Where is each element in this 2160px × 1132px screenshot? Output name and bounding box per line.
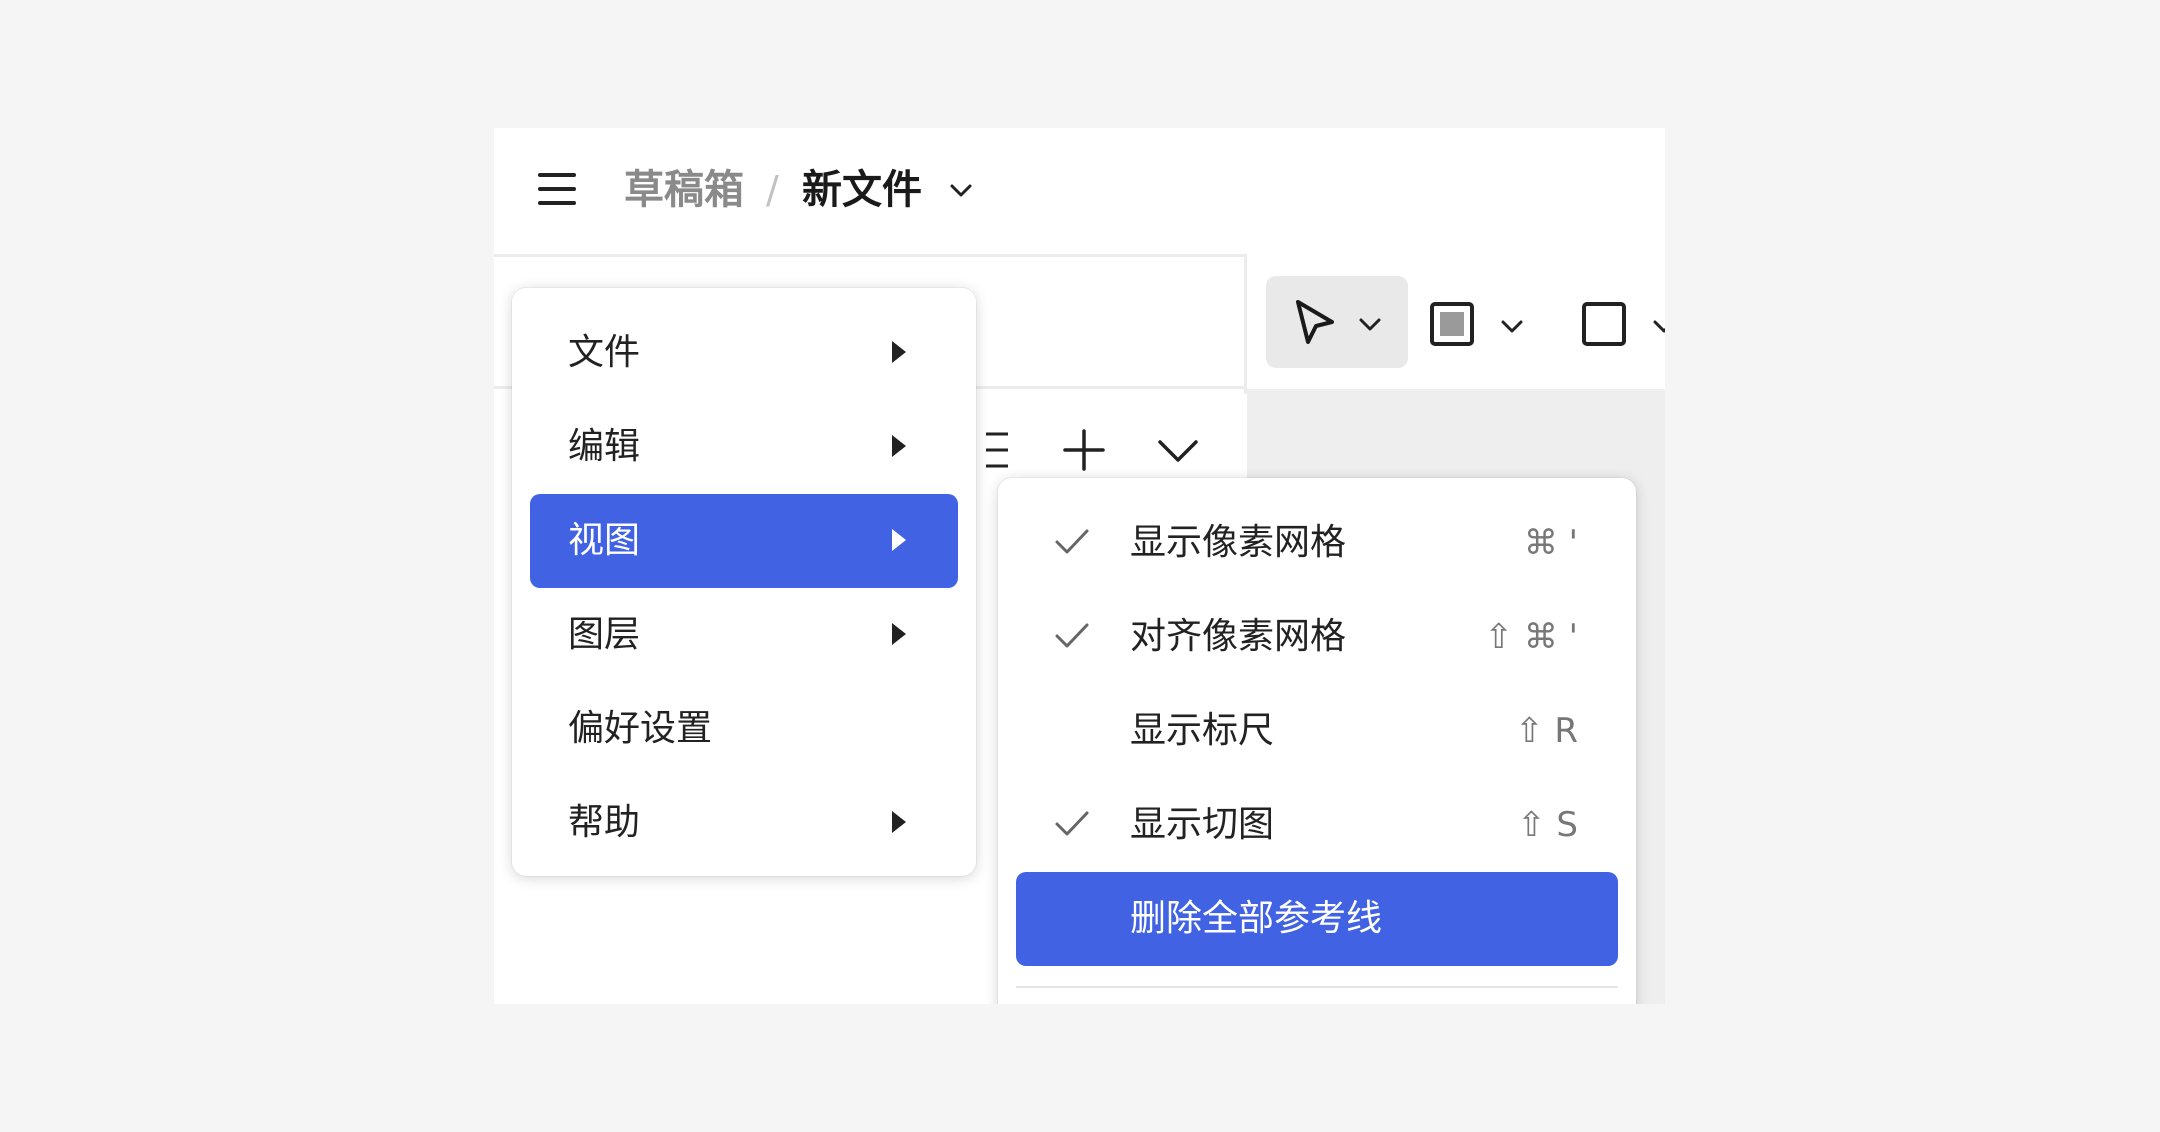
frame-tool-button[interactable] <box>1428 296 1538 356</box>
menu-item-file[interactable]: 文件 <box>530 306 958 400</box>
keyboard-shortcut: ⇧ R <box>1515 711 1578 751</box>
menu-item-help[interactable]: 帮助 <box>530 776 958 870</box>
cursor-arrow-icon <box>1296 300 1334 344</box>
chevron-down-icon <box>1501 320 1523 333</box>
submenu-arrow-icon <box>892 341 906 363</box>
main-menu-icon[interactable] <box>538 173 576 207</box>
panel-divider <box>1244 254 1247 394</box>
submenu-item-show-rulers[interactable]: 显示标尺 ⇧ R <box>1016 684 1618 778</box>
submenu-item-label: 显示切图 <box>1130 804 1275 845</box>
app-window: 草稿箱 / 新文件 文件 编辑 视图 图层 偏好设置 帮助 显示像素网格 ⌘ '… <box>494 128 1665 1004</box>
keyboard-shortcut: ⇧ S <box>1517 805 1578 845</box>
submenu-item-label: 显示像素网格 <box>1130 522 1347 563</box>
submenu-item-show-pixel-grid[interactable]: 显示像素网格 ⌘ ' <box>1016 496 1618 590</box>
frame-icon <box>1430 302 1474 346</box>
checkmark-icon <box>1055 811 1089 836</box>
chevron-down-icon <box>1359 318 1381 331</box>
main-menu: 文件 编辑 视图 图层 偏好设置 帮助 <box>512 288 976 876</box>
square-icon <box>1582 302 1626 346</box>
menu-item-view[interactable]: 视图 <box>530 494 958 588</box>
chevron-down-icon <box>1653 320 1665 333</box>
submenu-item-label: 显示标尺 <box>1130 710 1275 751</box>
top-bar: 草稿箱 / 新文件 <box>494 128 1665 257</box>
submenu-item-delete-all-guides[interactable]: 删除全部参考线 <box>1016 872 1618 966</box>
keyboard-shortcut: ⇧ ⌘ ' <box>1484 617 1578 657</box>
menu-item-label: 偏好设置 <box>568 708 713 749</box>
breadcrumb-separator: / <box>766 168 779 212</box>
menu-separator <box>1016 986 1618 988</box>
chevron-down-icon[interactable] <box>1156 428 1200 472</box>
checkmark-icon <box>1055 623 1089 648</box>
move-tool-button[interactable] <box>1266 276 1408 368</box>
submenu-item-snap-pixel-grid[interactable]: 对齐像素网格 ⇧ ⌘ ' <box>1016 590 1618 684</box>
submenu-item-label: 对齐像素网格 <box>1130 616 1347 657</box>
submenu-arrow-icon <box>892 529 906 551</box>
plus-icon[interactable] <box>1062 428 1106 472</box>
submenu-item-label: 删除全部参考线 <box>1130 898 1383 939</box>
checkmark-icon <box>1055 529 1089 554</box>
breadcrumb-drafts[interactable]: 草稿箱 <box>624 164 744 216</box>
file-name[interactable]: 新文件 <box>802 164 922 216</box>
menu-item-layer[interactable]: 图层 <box>530 588 958 682</box>
menu-item-label: 帮助 <box>568 802 641 843</box>
menu-item-label: 视图 <box>568 520 641 561</box>
submenu-item-show-slices[interactable]: 显示切图 ⇧ S <box>1016 778 1618 872</box>
view-submenu: 显示像素网格 ⌘ ' 对齐像素网格 ⇧ ⌘ ' 显示标尺 ⇧ R 显示切图 ⇧ … <box>998 478 1636 1004</box>
list-icon[interactable] <box>982 428 1012 472</box>
submenu-arrow-icon <box>892 435 906 457</box>
menu-item-edit[interactable]: 编辑 <box>530 400 958 494</box>
menu-item-label: 图层 <box>568 614 641 655</box>
menu-item-label: 文件 <box>568 332 641 373</box>
submenu-arrow-icon <box>892 623 906 645</box>
menu-item-label: 编辑 <box>568 426 641 467</box>
keyboard-shortcut: ⌘ ' <box>1523 523 1578 563</box>
rectangle-tool-button[interactable] <box>1580 296 1665 356</box>
chevron-down-icon[interactable] <box>948 178 974 204</box>
menu-item-preferences[interactable]: 偏好设置 <box>530 682 958 776</box>
submenu-arrow-icon <box>892 811 906 833</box>
